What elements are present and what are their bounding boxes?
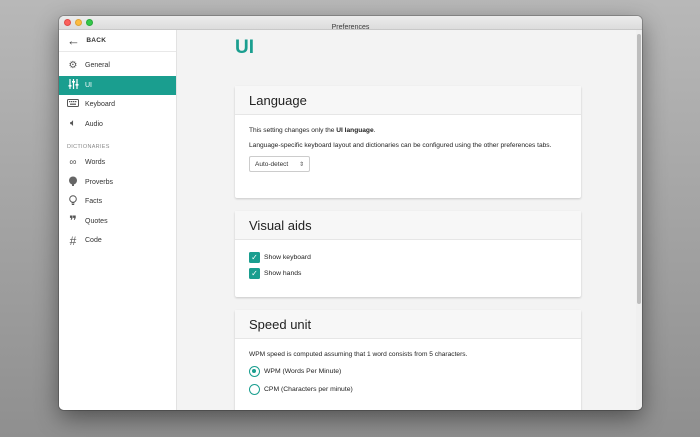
brain-icon xyxy=(67,176,79,189)
minimize-window-button[interactable] xyxy=(75,19,82,26)
visual-aids-card: Visual aids ✓ Show keyboard ✓ Show hands xyxy=(235,211,581,297)
sidebar-item-label: Audio xyxy=(85,120,103,128)
sidebar-item-label: Facts xyxy=(85,198,103,206)
sidebar-item-general[interactable]: ⚙ General xyxy=(59,56,176,76)
lightbulb-icon xyxy=(67,194,79,209)
brain-icon-svg xyxy=(69,176,77,186)
language-note: Language-specific keyboard layout and di… xyxy=(249,141,552,149)
speed-unit-description: WPM speed is computed assuming that 1 wo… xyxy=(249,351,468,358)
language-text-prefix: This setting changes only the xyxy=(249,127,337,134)
show-hands-label: Show hands xyxy=(264,270,302,277)
cpm-radio[interactable] xyxy=(249,383,260,395)
ui-language-select[interactable]: Auto-detect ⇕ xyxy=(249,156,310,172)
back-arrow-icon: ← xyxy=(67,33,81,48)
language-text-suffix: . xyxy=(373,127,376,134)
sidebar-item-code[interactable]: # Code xyxy=(59,231,176,251)
scrollbar-thumb[interactable] xyxy=(637,34,641,304)
preferences-window: Preferences ← BACK ⚙ General UI Keyboard… xyxy=(59,16,642,410)
sidebar-item-quotes[interactable]: ❞ Quotes xyxy=(59,212,176,232)
keyboard-icon xyxy=(67,99,79,110)
sidebar-item-facts[interactable]: Facts xyxy=(59,192,176,212)
ui-language-select-value: Auto-detect xyxy=(255,160,289,168)
back-label: BACK xyxy=(86,37,107,44)
select-arrows-icon: ⇕ xyxy=(298,161,304,168)
speed-unit-card: Speed unit WPM speed is computed assumin… xyxy=(235,310,581,410)
visual-aids-heading: Visual aids xyxy=(235,211,581,240)
cpm-label: CPM (Characters per minute) xyxy=(264,385,353,393)
keyboard-icon-svg xyxy=(67,99,79,108)
title-bar: Preferences xyxy=(59,16,642,31)
scrollbar[interactable] xyxy=(636,30,642,410)
sidebar-item-ui[interactable]: UI xyxy=(59,75,176,95)
sidebar-item-label: Code xyxy=(85,237,102,245)
speaker-icon: 🔈︎ xyxy=(70,118,76,130)
wpm-label: WPM (Words Per Minute) xyxy=(264,367,342,375)
sliders-icon xyxy=(67,78,79,92)
sidebar-item-audio[interactable]: 🔈︎ Audio xyxy=(59,115,176,135)
gear-icon: ⚙ xyxy=(68,59,78,71)
sidebar-item-label: General xyxy=(85,62,110,70)
show-keyboard-label: Show keyboard xyxy=(264,254,311,261)
page-title: UI xyxy=(235,37,254,58)
show-keyboard-option[interactable]: ✓ Show keyboard xyxy=(249,252,567,263)
maximize-window-button[interactable] xyxy=(86,19,93,26)
sidebar-item-proverbs[interactable]: Proverbs xyxy=(59,173,176,193)
close-window-button[interactable] xyxy=(64,19,71,26)
show-hands-option[interactable]: ✓ Show hands xyxy=(249,268,567,279)
lightbulb-icon-svg xyxy=(69,194,77,205)
sidebar-item-label: Words xyxy=(85,159,106,167)
hash-icon: # xyxy=(69,233,77,248)
sidebar-item-label: Keyboard xyxy=(85,101,115,109)
language-heading: Language xyxy=(235,86,581,115)
wpm-option[interactable]: WPM (Words Per Minute) xyxy=(249,365,567,377)
sidebar-item-keyboard[interactable]: Keyboard xyxy=(59,95,176,115)
speed-unit-heading: Speed unit xyxy=(235,310,581,339)
show-hands-checkbox[interactable]: ✓ xyxy=(249,268,260,279)
show-keyboard-checkbox[interactable]: ✓ xyxy=(249,252,260,263)
main-content: UI Language This setting changes only th… xyxy=(177,30,642,410)
dictionaries-section-label: DICTIONARIES xyxy=(67,144,110,150)
sidebar-item-label: Quotes xyxy=(85,217,108,225)
cpm-option[interactable]: CPM (Characters per minute) xyxy=(249,383,567,395)
sidebar-item-label: Proverbs xyxy=(85,178,114,186)
language-description: This setting changes only the UI languag… xyxy=(249,127,567,136)
sliders-icon-svg xyxy=(68,78,78,89)
sidebar-item-words[interactable]: ∞ Words xyxy=(59,153,176,173)
wpm-radio[interactable] xyxy=(249,365,260,377)
language-text-bold: UI language xyxy=(336,127,374,134)
sidebar: ← BACK ⚙ General UI Keyboard 🔈︎ Audio DI… xyxy=(59,30,177,410)
back-button[interactable]: ← BACK xyxy=(59,30,176,52)
language-card: Language This setting changes only the U… xyxy=(235,86,581,198)
infinity-icon: ∞ xyxy=(69,156,77,168)
sidebar-item-label: UI xyxy=(85,81,92,89)
window-controls xyxy=(64,19,93,26)
quote-icon: ❞ xyxy=(69,213,77,229)
